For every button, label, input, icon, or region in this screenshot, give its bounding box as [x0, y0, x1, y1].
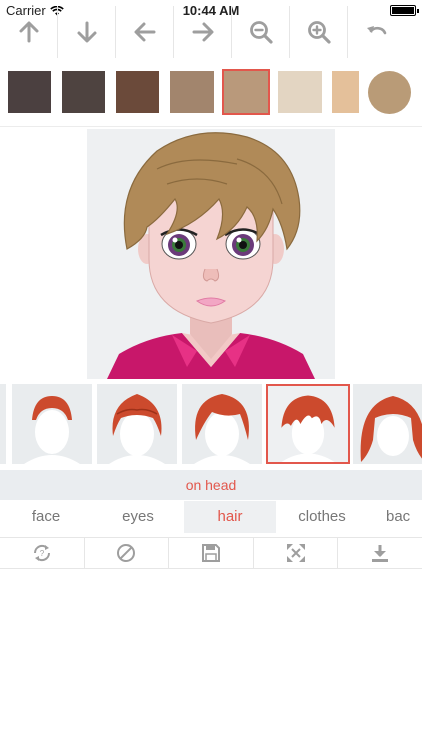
zoom-out-icon: [249, 21, 273, 44]
svg-text:?: ?: [40, 549, 45, 558]
arrow-right-icon: [192, 22, 213, 42]
randomize-icon: ?: [33, 544, 50, 562]
clear-button[interactable]: [85, 538, 170, 568]
save-icon: [201, 544, 220, 562]
fullscreen-button[interactable]: [254, 538, 339, 568]
zoom-out-button[interactable]: [232, 6, 290, 58]
avatar-preview[interactable]: [87, 129, 335, 379]
tab-hair[interactable]: hair: [184, 501, 276, 533]
randomize-button[interactable]: ?: [0, 538, 85, 568]
zoom-in-button[interactable]: [290, 6, 348, 58]
hair-thumbnail: [24, 396, 80, 464]
hair-option[interactable]: [353, 384, 422, 464]
color-swatch[interactable]: [222, 69, 270, 115]
color-swatch[interactable]: [278, 71, 322, 113]
arrow-up-icon: [19, 21, 38, 43]
tab-face[interactable]: face: [0, 501, 92, 533]
hair-style-picker: [0, 382, 422, 468]
hair-option[interactable]: [12, 384, 92, 464]
hair-option[interactable]: [266, 384, 350, 464]
download-button[interactable]: [338, 538, 422, 568]
color-swatch[interactable]: [332, 71, 359, 113]
tab-eyes[interactable]: eyes: [92, 501, 184, 533]
move-right-button[interactable]: [174, 6, 232, 58]
color-swatch[interactable]: [116, 71, 159, 113]
hair-thumbnail: [0, 384, 6, 464]
position-label: on head: [0, 470, 422, 500]
category-tabs: face eyes hair clothes bac: [0, 501, 422, 533]
divider: [0, 126, 422, 127]
hair-thumbnail: [360, 396, 422, 462]
fullscreen-icon: [286, 544, 305, 562]
avatar-illustration: [107, 132, 315, 379]
undo-button[interactable]: [348, 6, 406, 58]
color-swatch[interactable]: [368, 71, 411, 114]
save-button[interactable]: [169, 538, 254, 568]
undo-icon: [367, 26, 387, 35]
color-swatch[interactable]: [170, 71, 214, 113]
hair-thumbnail: [194, 394, 250, 464]
color-swatch[interactable]: [8, 71, 51, 113]
action-bar: ?: [0, 537, 422, 569]
move-up-button[interactable]: [0, 6, 58, 58]
tab-clothes[interactable]: clothes: [276, 501, 368, 533]
hair-option[interactable]: [0, 384, 6, 464]
clear-icon: [117, 544, 136, 562]
arrow-left-icon: [134, 22, 155, 42]
tab-background[interactable]: bac: [368, 501, 422, 533]
hair-thumbnail: [281, 395, 335, 462]
hair-option[interactable]: [182, 384, 262, 464]
color-swatch[interactable]: [62, 71, 105, 113]
arrow-down-icon: [77, 21, 96, 43]
move-down-button[interactable]: [58, 6, 116, 58]
download-icon: [372, 545, 389, 562]
zoom-in-icon: [307, 21, 331, 44]
hair-color-palette: [0, 68, 422, 116]
move-left-button[interactable]: [116, 6, 174, 58]
hair-option[interactable]: [97, 384, 177, 464]
edit-toolbar: [0, 6, 422, 58]
hair-thumbnail: [109, 394, 165, 464]
